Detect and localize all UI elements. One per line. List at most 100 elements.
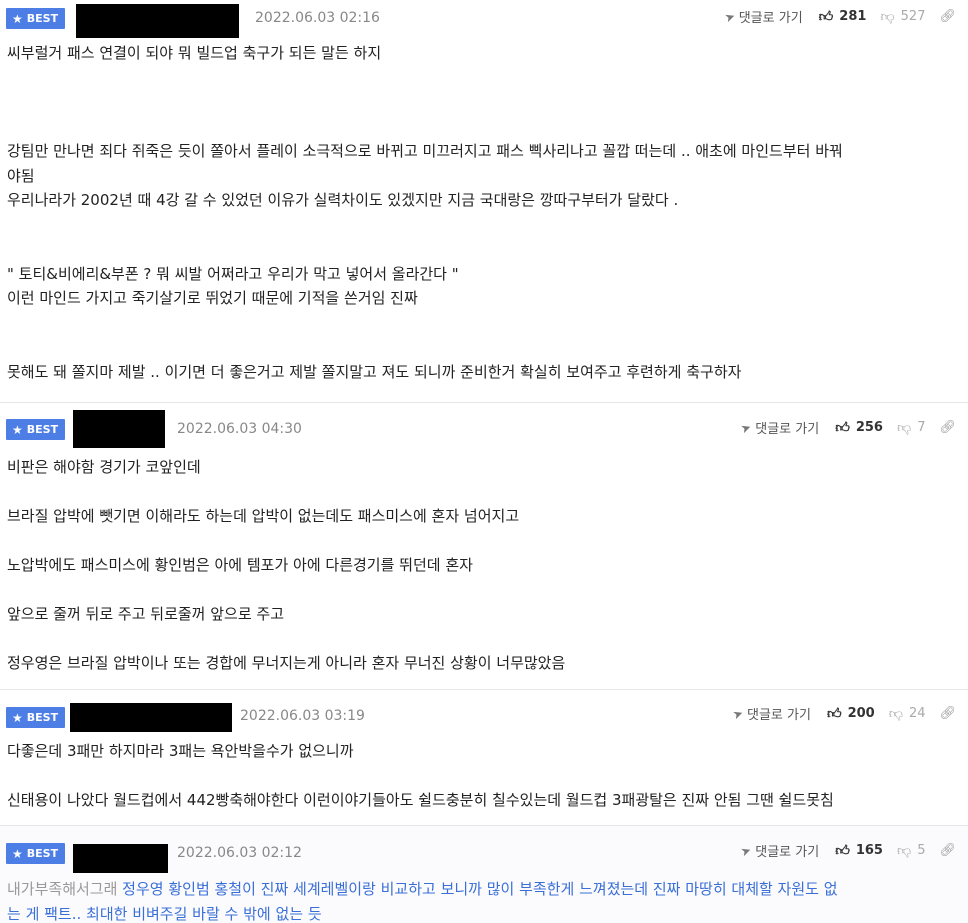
like-count: 165 bbox=[855, 843, 883, 858]
best-badge: ★ BEST bbox=[6, 843, 65, 864]
like-button[interactable]: 👍︎ 200 bbox=[827, 705, 875, 722]
comment-line: 브라질 압박에 뺏기면 이해라도 하는데 압박이 없는데도 패스미스에 혼자 넘… bbox=[7, 507, 520, 525]
dislike-button[interactable]: 👎︎ 5 bbox=[897, 842, 926, 859]
link-icon[interactable]: 🔗︎ bbox=[939, 843, 956, 858]
comment-line bbox=[7, 764, 961, 789]
comment-line bbox=[7, 529, 961, 554]
star-icon: ★ bbox=[12, 846, 23, 861]
best-badge: ★ BEST bbox=[6, 419, 65, 440]
muted-prefix-text: 내가부족해서그래 bbox=[7, 880, 123, 898]
comment-header: ★ BEST 2022.06.03 04:30 ➤ 댓글로 가기 👍︎ 256 … bbox=[0, 403, 968, 450]
thumbs-up-icon: 👍︎ bbox=[835, 843, 850, 859]
best-badge-label: BEST bbox=[26, 711, 59, 724]
comment-line: 내가부족해서그래 정우영 황인범 홍철이 진짜 세계레벨이랑 비교하고 보니까 … bbox=[7, 877, 961, 902]
comment-line: 비판은 해야함 경기가 코앞인데 bbox=[7, 458, 201, 476]
paper-plane-icon: ➤ bbox=[730, 705, 746, 722]
author-name-redacted[interactable] bbox=[73, 844, 168, 873]
best-badge-label: BEST bbox=[26, 12, 59, 25]
paper-plane-icon: ➤ bbox=[739, 842, 754, 859]
best-badge-label: BEST bbox=[26, 847, 59, 860]
comment-line: 앞으로 줄꺼 뒤로 주고 뒤로줄꺼 앞으로 주고 bbox=[7, 605, 285, 623]
like-count: 200 bbox=[847, 706, 875, 721]
thumbs-down-icon: 👎︎ bbox=[896, 843, 912, 859]
comment-line: 신태용이 나았다 월드컵에서 442빵축해야한다 이런이야기들아도 쉴드충분히 … bbox=[7, 791, 834, 809]
star-icon: ★ bbox=[12, 11, 23, 26]
dislike-button[interactable]: 👎︎ 527 bbox=[880, 8, 925, 25]
dislike-button[interactable]: 👎︎ 24 bbox=[889, 705, 926, 722]
link-icon[interactable]: 🔗︎ bbox=[939, 9, 956, 24]
comment-date: 2022.06.03 04:30 bbox=[177, 421, 302, 437]
comment-line: 우리나라가 2002년 때 4강 갈 수 있었던 이유가 실력차이도 있겠지만 … bbox=[7, 191, 679, 209]
comment-line bbox=[7, 480, 961, 505]
comment-item: ★ BEST 2022.06.03 04:30 ➤ 댓글로 가기 👍︎ 256 … bbox=[0, 403, 968, 690]
like-button[interactable]: 👍︎ 165 bbox=[835, 842, 883, 859]
comment-item: ★ BEST 2022.06.03 02:12 ➤ 댓글로 가기 👍︎ 165 … bbox=[0, 826, 968, 923]
reply-button[interactable]: ➤ 댓글로 가기 bbox=[739, 841, 820, 860]
dislike-button[interactable]: 👎︎ 7 bbox=[897, 419, 926, 436]
comment-line: 못해도 돼 쫄지마 제발 .. 이기면 더 좋은거고 제발 쫄지말고 져도 되니… bbox=[7, 362, 742, 381]
star-icon: ★ bbox=[12, 422, 23, 437]
reply-label: 댓글로 가기 bbox=[738, 11, 803, 26]
comment-body: 다좋은데 3패만 하지마라 3패는 욕안박을수가 없으니까 신태용이 나았다 월… bbox=[0, 735, 968, 813]
dislike-count: 5 bbox=[917, 843, 926, 858]
comment-line: 야됨 bbox=[7, 166, 35, 185]
comment-actions: ➤ 댓글로 가기 👍︎ 165 👎︎ 5 🔗︎ bbox=[739, 841, 956, 860]
author-name-redacted[interactable] bbox=[76, 4, 239, 38]
dislike-count: 527 bbox=[900, 9, 926, 24]
thumbs-down-icon: 👎︎ bbox=[888, 706, 903, 722]
comment-body: 씨부럴거 패스 연결이 되야 뭐 빌드업 축구가 되든 말든 하지 강팀만 만나… bbox=[0, 38, 968, 384]
comment-header: ★ BEST 2022.06.03 02:12 ➤ 댓글로 가기 👍︎ 165 … bbox=[0, 826, 968, 873]
like-button[interactable]: 👍︎ 281 bbox=[819, 8, 867, 25]
thumbs-up-icon: 👍︎ bbox=[818, 9, 834, 25]
thumbs-up-icon: 👍︎ bbox=[835, 420, 850, 436]
comment-actions: ➤ 댓글로 가기 👍︎ 200 👎︎ 24 🔗︎ bbox=[730, 704, 956, 723]
comment-list: ★ BEST 2022.06.03 02:16 ➤ 댓글로 가기 👍︎ 281 … bbox=[0, 0, 968, 923]
best-badge: ★ BEST bbox=[6, 8, 65, 29]
comment-line: 다좋은데 3패만 하지마라 3패는 욕안박을수가 없으니까 bbox=[7, 742, 354, 760]
comment-line bbox=[7, 115, 961, 140]
comment-line: " 토티&비에리&부폰 ? 뭐 씨발 어쩌라고 우리가 막고 넣어서 올라간다 … bbox=[7, 264, 459, 283]
comment-date: 2022.06.03 02:16 bbox=[255, 10, 380, 26]
comment-line bbox=[7, 578, 961, 603]
thumbs-up-icon: 👍︎ bbox=[826, 706, 842, 722]
link-icon[interactable]: 🔗︎ bbox=[939, 706, 956, 721]
comment-actions: ➤ 댓글로 가기 👍︎ 256 👎︎ 7 🔗︎ bbox=[739, 418, 956, 437]
paper-plane-icon: ➤ bbox=[722, 8, 737, 25]
link-icon[interactable]: 🔗︎ bbox=[939, 420, 956, 435]
like-count: 281 bbox=[839, 9, 867, 24]
comment-item: ★ BEST 2022.06.03 03:19 ➤ 댓글로 가기 👍︎ 200 … bbox=[0, 690, 968, 826]
paper-plane-icon: ➤ bbox=[739, 419, 754, 436]
comment-actions: ➤ 댓글로 가기 👍︎ 281 👎︎ 527 🔗︎ bbox=[722, 7, 956, 26]
comment-date: 2022.06.03 02:12 bbox=[177, 845, 302, 861]
comment-line bbox=[7, 90, 961, 115]
comment-line: 정우영은 브라질 압박이나 또는 경합에 무너지는게 아니라 혼자 무너진 상황… bbox=[7, 654, 566, 672]
best-badge-label: BEST bbox=[26, 423, 59, 436]
comment-line bbox=[7, 66, 961, 91]
best-badge: ★ BEST bbox=[6, 707, 65, 728]
like-count: 256 bbox=[855, 420, 883, 435]
comment-body: 비판은 해야함 경기가 코앞인데 브라질 압박에 뺏기면 이해라도 하는데 압박… bbox=[0, 450, 968, 676]
comment-line bbox=[7, 335, 961, 360]
comment-line: 노압박에도 패스미스에 황인범은 아에 템포가 아에 다른경기를 뛰던데 혼자 bbox=[7, 556, 473, 574]
comment-header: ★ BEST 2022.06.03 03:19 ➤ 댓글로 가기 👍︎ 200 … bbox=[0, 690, 968, 735]
reply-button[interactable]: ➤ 댓글로 가기 bbox=[730, 704, 811, 723]
comment-line: 는 게 팩트.. 최대한 비벼주길 바랄 수 밖에 없는 듯 bbox=[7, 902, 961, 923]
dislike-count: 24 bbox=[908, 706, 926, 721]
comment-line bbox=[7, 237, 961, 262]
reply-button[interactable]: ➤ 댓글로 가기 bbox=[739, 418, 820, 437]
reply-label: 댓글로 가기 bbox=[755, 845, 820, 860]
like-button[interactable]: 👍︎ 256 bbox=[835, 419, 883, 436]
dislike-count: 7 bbox=[917, 420, 926, 435]
author-name-redacted[interactable] bbox=[70, 703, 232, 732]
comment-line bbox=[7, 213, 961, 238]
reply-label: 댓글로 가기 bbox=[755, 422, 820, 437]
comment-line: 강팀만 만나면 죄다 쥐죽은 듯이 쫄아서 플레이 소극적으로 바뀌고 미끄러지… bbox=[7, 142, 843, 160]
comment-line: 이런 마인드 가지고 죽기살기로 뛰었기 때문에 기적을 쓴거임 진짜 bbox=[7, 289, 418, 307]
reply-button[interactable]: ➤ 댓글로 가기 bbox=[722, 7, 803, 26]
thumbs-down-icon: 👎︎ bbox=[880, 9, 895, 25]
star-icon: ★ bbox=[12, 710, 23, 725]
author-name-redacted[interactable] bbox=[73, 410, 165, 448]
reply-label: 댓글로 가기 bbox=[747, 708, 811, 723]
linked-text[interactable]: 정우영 황인범 홍철이 진짜 세계레벨이랑 비교하고 보니까 많이 부족한게 느… bbox=[122, 880, 837, 898]
linked-text[interactable]: 는 게 팩트.. 최대한 비벼주길 바랄 수 밖에 없는 듯 bbox=[7, 905, 322, 923]
